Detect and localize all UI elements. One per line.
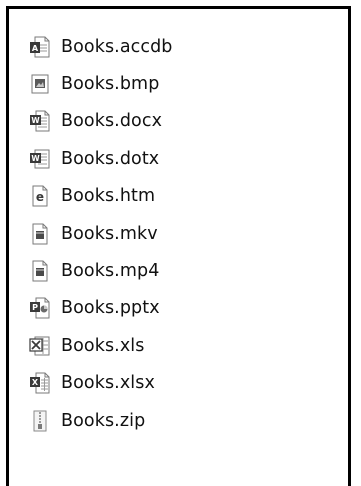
file-item-xls[interactable]: Books.xls <box>29 327 173 364</box>
zip-archive-file-icon <box>29 410 51 432</box>
file-list: A Books.accdb Books.bmp W Books.docx W B… <box>29 28 173 439</box>
svg-text:X: X <box>32 378 39 387</box>
svg-text:W: W <box>31 154 40 163</box>
svg-text:A: A <box>32 44 39 53</box>
svg-text:P: P <box>32 303 38 312</box>
file-item-accdb[interactable]: A Books.accdb <box>29 28 173 65</box>
file-item-xlsx[interactable]: X Books.xlsx <box>29 365 173 402</box>
powerpoint-file-icon: P <box>29 297 51 319</box>
excel-legacy-file-icon <box>29 335 51 357</box>
html-file-icon: e <box>29 185 51 207</box>
file-item-bmp[interactable]: Books.bmp <box>29 65 173 102</box>
file-name: Books.docx <box>61 111 163 132</box>
word-template-file-icon: W <box>29 148 51 170</box>
svg-text:W: W <box>31 116 40 125</box>
video-file-icon <box>29 223 51 245</box>
file-name: Books.bmp <box>61 74 160 95</box>
file-item-mp4[interactable]: Books.mp4 <box>29 252 173 289</box>
bitmap-image-file-icon <box>29 73 51 95</box>
file-list-panel: A Books.accdb Books.bmp W Books.docx W B… <box>6 6 351 486</box>
file-item-htm[interactable]: e Books.htm <box>29 178 173 215</box>
file-name: Books.xlsx <box>61 373 155 394</box>
file-item-zip[interactable]: Books.zip <box>29 402 173 439</box>
video-file-icon <box>29 260 51 282</box>
file-item-dotx[interactable]: W Books.dotx <box>29 140 173 177</box>
word-document-file-icon: W <box>29 110 51 132</box>
file-name: Books.pptx <box>61 298 160 319</box>
file-name: Books.htm <box>61 186 156 207</box>
file-name: Books.dotx <box>61 148 160 169</box>
file-name: Books.xls <box>61 335 145 356</box>
file-item-pptx[interactable]: P Books.pptx <box>29 290 173 327</box>
svg-text:e: e <box>36 190 44 204</box>
file-name: Books.accdb <box>61 36 173 57</box>
file-name: Books.mp4 <box>61 261 160 282</box>
file-item-docx[interactable]: W Books.docx <box>29 103 173 140</box>
file-item-mkv[interactable]: Books.mkv <box>29 215 173 252</box>
file-name: Books.zip <box>61 410 146 431</box>
access-file-icon: A <box>29 36 51 58</box>
excel-file-icon: X <box>29 372 51 394</box>
file-name: Books.mkv <box>61 223 158 244</box>
